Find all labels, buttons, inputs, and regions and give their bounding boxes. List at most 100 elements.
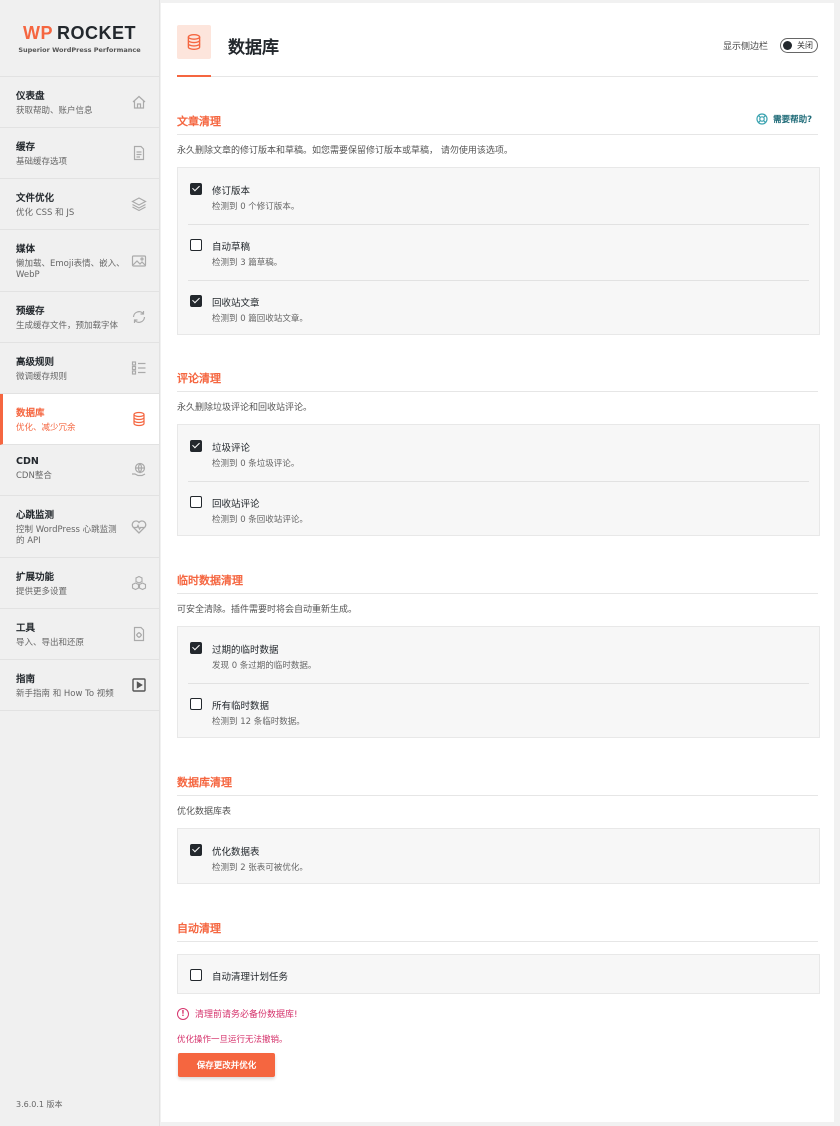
option-divider [188, 224, 809, 225]
page-title: 数据库 [228, 38, 279, 58]
sidebar-item-title: 数据库 [16, 408, 45, 419]
tools-icon [131, 626, 147, 642]
sidebar-item-advanced-rules[interactable]: 高级规则 微调缓存规则 [0, 343, 159, 394]
section-divider [177, 941, 818, 942]
option-trashed-posts[interactable]: 回收站文章 检测到 0 篇回收站文章。 [188, 294, 809, 326]
option-label: 过期的临时数据 [212, 645, 279, 656]
sidebar-item-tutorials[interactable]: 指南 新手指南 和 How To 视频 [0, 660, 159, 711]
option-label: 回收站评论 [212, 499, 260, 510]
sidebar-item-title: 心跳监测 [16, 510, 55, 521]
layers-icon [131, 196, 147, 212]
sidebar-item-desc: 新手指南 和 How To 视频 [16, 689, 114, 699]
video-icon [131, 677, 147, 693]
option-desc: 检测到 0 篇回收站文章。 [212, 314, 308, 324]
trashed-comments-checkbox[interactable] [190, 496, 202, 508]
section-title-posts: 文章清理 [177, 115, 221, 128]
section-divider [177, 391, 818, 392]
option-expired-transients[interactable]: 过期的临时数据 发现 0 条过期的临时数据。 [188, 641, 809, 673]
sidebar-item-title: 媒体 [16, 244, 36, 255]
section-desc-transients: 可安全清除。插件需要时将会自动重新生成。 [177, 605, 358, 615]
help-link[interactable]: 需要帮助? [756, 113, 812, 125]
revisions-checkbox[interactable] [190, 183, 202, 195]
option-label: 垃圾评论 [212, 443, 251, 454]
sidebar-item-title: 文件优化 [16, 193, 55, 204]
help-label: 需要帮助? [773, 115, 812, 125]
section-title-database: 数据库清理 [177, 776, 232, 789]
options-box-database: 优化数据表 检测到 2 张表可被优化。 [177, 828, 820, 884]
sidebar-item-tools[interactable]: 工具 导入、导出和还原 [0, 609, 159, 660]
wp-rocket-logo[interactable]: WP ROCKET Superior WordPress Performance [0, 0, 159, 77]
sidebar-item-database[interactable]: 数据库 优化、减少冗余 [0, 394, 159, 445]
page-header: 数据库 显示侧边栏 关闭 [177, 3, 818, 77]
option-spam-comments[interactable]: 垃圾评论 检测到 0 条垃圾评论。 [188, 439, 809, 471]
section-desc-comments: 永久删除垃圾评论和回收站评论。 [177, 403, 313, 413]
sidebar-item-dashboard[interactable]: 仪表盘 获取帮助、账户信息 [0, 77, 159, 128]
irreversible-note: 优化操作一旦运行无法撤销。 [177, 1035, 288, 1045]
option-schedule-cleanup[interactable]: 自动清理计划任务 [188, 968, 809, 984]
option-label: 自动草稿 [212, 242, 251, 253]
version-label: 3.6.0.1 版本 [16, 1100, 63, 1109]
schedule-cleanup-checkbox[interactable] [190, 969, 202, 981]
options-box-auto-cleanup: 自动清理计划任务 [177, 954, 820, 994]
section-divider [177, 795, 818, 796]
sidebar-item-desc: 懒加载、Emoji表情、嵌入、WebP [16, 259, 125, 281]
sidebar-item-addons[interactable]: 扩展功能 提供更多设置 [0, 558, 159, 609]
save-and-optimize-button[interactable]: 保存更改并优化 [178, 1053, 275, 1077]
sidebar-item-desc: 控制 WordPress 心跳监测的 API [16, 525, 117, 547]
option-revisions[interactable]: 修订版本 检测到 0 个修订版本。 [188, 182, 809, 214]
sidebar-item-desc: 提供更多设置 [16, 587, 68, 597]
sidebar-item-title: 缓存 [16, 142, 36, 153]
sidebar-item-desc: 微调缓存规则 [16, 372, 68, 382]
main-content: 数据库 显示侧边栏 关闭 文章清理 需要帮助? 永久删除文章的修订版本和草稿。如… [161, 3, 834, 1122]
sidebar-item-media[interactable]: 媒体 懒加载、Emoji表情、嵌入、WebP [0, 230, 159, 292]
sidebar-item-desc: 生成缓存文件，预加载字体 [16, 321, 119, 331]
option-desc: 检测到 0 条垃圾评论。 [212, 459, 300, 469]
sidebar-item-title: 扩展功能 [16, 572, 55, 583]
all-transients-checkbox[interactable] [190, 698, 202, 710]
list-icon [131, 360, 147, 376]
sidebar-item-title: 高级规则 [16, 357, 55, 368]
toggle-state-text: 关闭 [797, 41, 813, 50]
refresh-icon [131, 309, 147, 325]
trashed-posts-checkbox[interactable] [190, 295, 202, 307]
sidebar-item-title: 仪表盘 [16, 91, 45, 102]
section-title-transients: 临时数据清理 [177, 574, 243, 587]
sidebar-item-file-optimization[interactable]: 文件优化 优化 CSS 和 JS [0, 179, 159, 230]
show-sidebar-label: 显示侧边栏 [722, 42, 768, 52]
sidebar-item-desc: 优化、减少冗余 [16, 423, 76, 433]
sidebar-item-desc: CDN整合 [16, 471, 52, 481]
option-desc: 检测到 3 篇草稿。 [212, 258, 283, 268]
database-icon [131, 411, 147, 427]
sidebar-item-title: 工具 [16, 623, 36, 634]
auto-drafts-checkbox[interactable] [190, 239, 202, 251]
option-label: 修订版本 [212, 186, 251, 197]
sidebar-item-cache[interactable]: 缓存 基础缓存选项 [0, 128, 159, 179]
option-all-transients[interactable]: 所有临时数据 检测到 12 条临时数据。 [188, 697, 809, 729]
option-label: 优化数据表 [212, 847, 260, 858]
home-icon [131, 94, 147, 110]
sidebar-toggle-switch[interactable]: 关闭 [780, 38, 818, 53]
expired-transients-checkbox[interactable] [190, 642, 202, 654]
sidebar-item-desc: 基础缓存选项 [16, 157, 68, 167]
section-title-auto-cleanup: 自动清理 [177, 922, 221, 935]
spam-comments-checkbox[interactable] [190, 440, 202, 452]
sidebar-item-desc: 优化 CSS 和 JS [16, 208, 75, 218]
image-icon [131, 253, 147, 269]
option-optimize-tables[interactable]: 优化数据表 检测到 2 张表可被优化。 [188, 843, 809, 875]
sidebar: WP ROCKET Superior WordPress Performance… [0, 0, 160, 1126]
option-trashed-comments[interactable]: 回收站评论 检测到 0 条回收站评论。 [188, 495, 809, 527]
sidebar-item-desc: 获取帮助、账户信息 [16, 106, 93, 116]
logo-tagline: Superior WordPress Performance [18, 45, 141, 54]
sidebar-item-heartbeat[interactable]: 心跳监测 控制 WordPress 心跳监测的 API [0, 496, 159, 558]
option-auto-drafts[interactable]: 自动草稿 检测到 3 篇草稿。 [188, 238, 809, 270]
optimize-tables-checkbox[interactable] [190, 844, 202, 856]
option-desc: 发现 0 条过期的临时数据。 [212, 661, 317, 671]
option-divider [188, 481, 809, 482]
section-divider [177, 593, 818, 594]
options-box-comments: 垃圾评论 检测到 0 条垃圾评论。 回收站评论 检测到 0 条回收站评论。 [177, 424, 820, 536]
database-icon [177, 25, 211, 59]
sidebar-item-cdn[interactable]: CDN CDN整合 [0, 445, 159, 496]
show-sidebar-toggle[interactable]: 显示侧边栏 关闭 [723, 38, 818, 53]
sidebar-item-preload[interactable]: 预缓存 生成缓存文件，预加载字体 [0, 292, 159, 343]
warning-text: 清理前请务必备份数据库! [195, 1010, 298, 1020]
